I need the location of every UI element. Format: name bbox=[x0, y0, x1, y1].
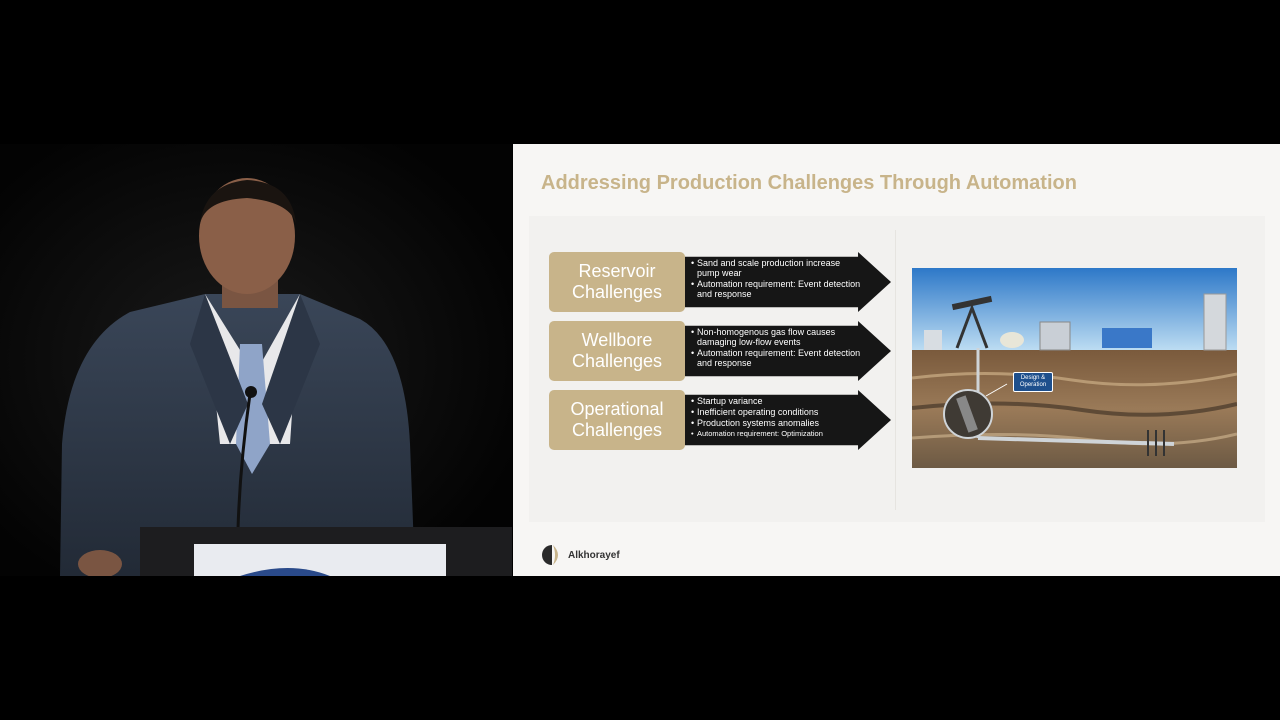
challenge-label: Reservoir Challenges bbox=[549, 252, 685, 312]
bullet: Production systems anomalies bbox=[691, 418, 863, 428]
bullet: Automation requirement: Event detection … bbox=[691, 348, 863, 368]
bullet: Inefficient operating conditions bbox=[691, 407, 863, 417]
bullet: Non-homogenous gas flow causes damaging … bbox=[691, 327, 863, 347]
challenge-bullets: Non-homogenous gas flow causes damaging … bbox=[687, 327, 863, 369]
challenge-label: Wellbore Challenges bbox=[549, 321, 685, 381]
bullet: Automation requirement: Event detection … bbox=[691, 279, 863, 299]
speaker-illustration bbox=[0, 144, 512, 576]
challenge-row-reservoir: Reservoir Challenges Sand and scale prod… bbox=[549, 252, 894, 312]
speaker-video bbox=[0, 144, 512, 576]
presentation-slide: Addressing Production Challenges Through… bbox=[513, 144, 1280, 576]
content-divider bbox=[895, 230, 896, 510]
challenge-row-operational: Operational Challenges Startup variance … bbox=[549, 390, 894, 450]
challenge-row-wellbore: Wellbore Challenges Non-homogenous gas f… bbox=[549, 321, 894, 381]
challenge-bullets: Startup variance Inefficient operating c… bbox=[687, 396, 863, 440]
challenge-label: Operational Challenges bbox=[549, 390, 685, 450]
logo-text: Alkhorayef bbox=[568, 549, 620, 561]
company-logo: Alkhorayef bbox=[539, 544, 620, 566]
oilfield-illustration bbox=[912, 268, 1237, 468]
design-operation-badge: Design & Operation bbox=[1013, 372, 1053, 392]
bullet: Sand and scale production increase pump … bbox=[691, 258, 863, 278]
bullet: Automation requirement: Optimization bbox=[691, 429, 863, 439]
bullet: Startup variance bbox=[691, 396, 863, 406]
slide-title: Addressing Production Challenges Through… bbox=[541, 172, 1077, 194]
challenge-bullets: Sand and scale production increase pump … bbox=[687, 258, 863, 300]
logo-mark-icon bbox=[542, 545, 558, 565]
